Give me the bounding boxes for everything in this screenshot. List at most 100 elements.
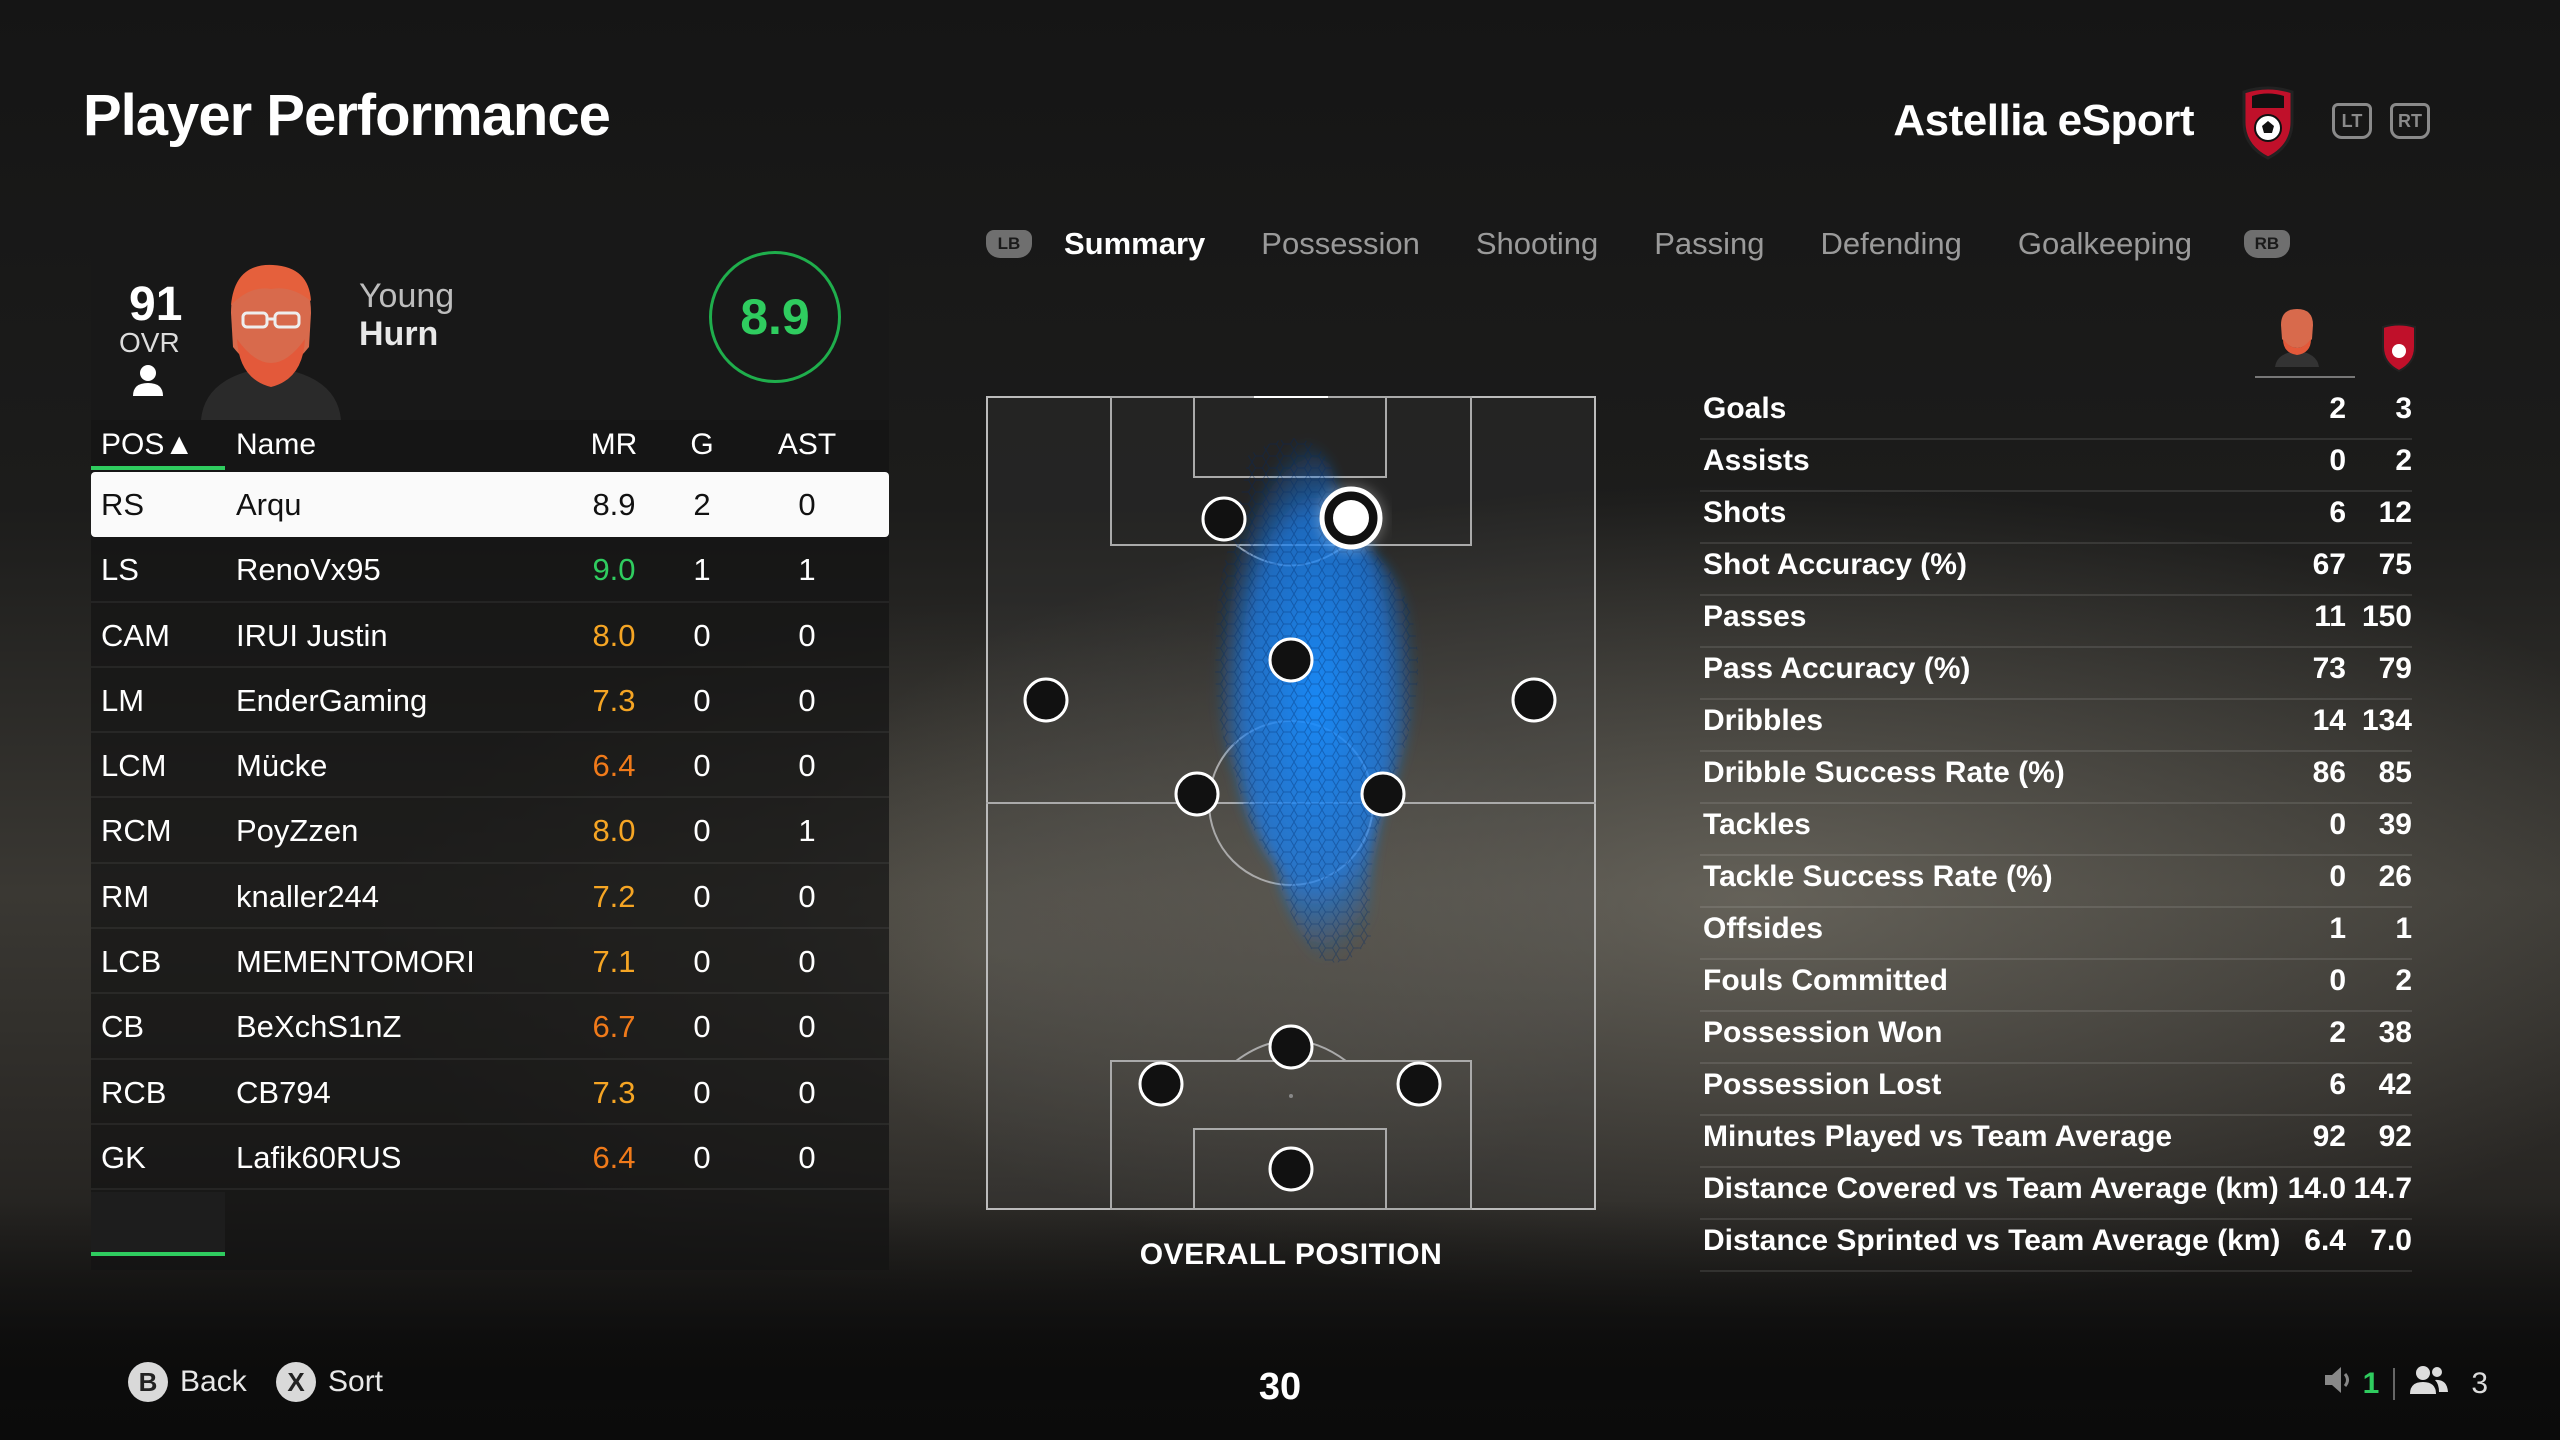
stat-row: Shot Accuracy (%) 67 75 [1700,544,2412,596]
group-icon [2409,1364,2449,1404]
pitch-player-marker [1138,1061,1184,1107]
table-row[interactable]: LCB MEMENTOMORI 7.1 0 0 [91,929,889,995]
column-header-g[interactable]: G [657,428,747,462]
row-player-name: Arqu [236,487,302,522]
table-row[interactable]: RCB CB794 7.3 0 0 [91,1060,889,1125]
stat-row: Assists 0 2 [1700,440,2412,492]
stat-team-value: 7.0 [2370,1224,2412,1257]
tab-goalkeeping[interactable]: Goalkeeping [2018,226,2192,262]
column-header-name[interactable]: Name [236,428,316,462]
row-match-rating: 8.0 [592,813,636,849]
tab-summary[interactable]: Summary [1064,226,1205,262]
sort-button[interactable]: X Sort [276,1362,383,1402]
stat-team-value: 3 [2395,392,2412,425]
team-header: Astellia eSport LT RT [1893,82,2430,160]
stat-player-value: 0 [2329,444,2346,477]
row-match-rating: 7.1 [592,944,636,980]
stat-team-value: 26 [2378,860,2412,893]
row-position: LCB [101,944,162,980]
row-position: RCB [101,1074,167,1110]
column-header-pos[interactable]: POS▲ [101,428,194,462]
rt-button[interactable]: RT [2390,103,2430,139]
stat-label: Shots [1703,496,1787,529]
ready-count: 1 [2362,1367,2380,1400]
column-header-mr[interactable]: MR [569,428,659,462]
table-row[interactable]: CAM IRUI Justin 8.0 0 0 [91,603,889,668]
stat-player-value: 0 [2329,860,2346,893]
row-goals: 0 [693,1074,711,1110]
table-row[interactable]: GK Lafik60RUS 6.4 0 0 [91,1125,889,1191]
row-match-rating: 8.9 [592,487,636,522]
row-assists: 0 [798,748,816,784]
stat-row: Distance Covered vs Team Average (km) 14.… [1700,1168,2412,1220]
player-match-rating: 8.9 [709,251,841,383]
row-match-rating: 7.2 [592,878,636,914]
back-button[interactable]: B Back [128,1362,247,1402]
player-table-header: POS▲ Name MR G AST [91,422,889,472]
stat-player-value: 2 [2329,1016,2346,1049]
row-player-name: RenoVx95 [236,552,381,588]
stat-player-value: 11 [2314,600,2346,633]
lt-button[interactable]: LT [2332,103,2372,139]
stat-team-value: 150 [2361,600,2412,633]
stat-row: Pass Accuracy (%) 73 79 [1700,648,2412,700]
row-player-name: IRUI Justin [236,617,388,653]
stat-label: Distance Covered vs Team Average (km) [1703,1172,2279,1205]
stat-player-value: 86 [2312,756,2346,789]
row-assists: 0 [798,617,816,653]
table-row[interactable]: CB BeXchS1nZ 6.7 0 0 [91,994,889,1060]
row-position: RM [101,878,150,914]
row-assists: 1 [798,813,816,849]
tab-shooting[interactable]: Shooting [1476,226,1598,262]
stat-team-value: 38 [2378,1016,2412,1049]
row-match-rating: 6.4 [592,1139,636,1175]
rb-button[interactable]: RB [2243,230,2290,258]
row-goals: 0 [693,1139,711,1175]
table-row[interactable]: RS Arqu 8.9 2 0 [91,472,889,538]
row-goals: 0 [693,878,711,914]
pitch-player-marker [1396,1061,1442,1107]
column-header-ast[interactable]: AST [762,428,852,462]
tab-passing[interactable]: Passing [1654,226,1764,262]
table-row[interactable]: LCM Mücke 6.4 0 0 [91,733,889,799]
pitch-player-marker [1201,496,1247,542]
player-first-name: Young [359,277,455,315]
row-goals: 0 [693,682,711,718]
stat-player-value: 67 [2312,548,2346,581]
stat-team-value: 85 [2378,756,2412,789]
stat-player-value: 14 [2312,704,2346,737]
stat-team-value: 2 [2395,964,2412,997]
row-assists: 0 [798,1074,816,1110]
stat-label: Goals [1703,392,1787,425]
stat-team-value: 14.7 [2353,1172,2412,1205]
stat-row: Distance Sprinted vs Team Average (km) 6.… [1700,1220,2412,1272]
table-row[interactable]: LS RenoVx95 9.0 1 1 [91,537,889,603]
back-label: Back [180,1365,247,1398]
stat-row: Offsides 1 1 [1700,908,2412,960]
row-assists: 0 [798,944,816,980]
stat-player-value: 73 [2312,652,2346,685]
stat-team-value: 134 [2361,704,2412,737]
row-goals: 1 [693,552,711,588]
countdown-timer: 30 [1258,1366,1302,1408]
stat-row: Shots 6 12 [1700,492,2412,544]
row-assists: 0 [798,878,816,914]
person-icon [131,363,165,402]
row-position: GK [101,1139,146,1175]
player-ovr-label: OVR [119,327,180,358]
stat-row: Possession Lost 6 42 [1700,1064,2412,1116]
tab-possession[interactable]: Possession [1261,226,1420,262]
b-button-icon: B [128,1362,168,1402]
table-row[interactable]: RM knaller244 7.2 0 0 [91,864,889,930]
tab-defending[interactable]: Defending [1821,226,1962,262]
stat-row: Tackle Success Rate (%) 0 26 [1700,856,2412,908]
lb-button[interactable]: LB [986,230,1032,258]
stat-row: Minutes Played vs Team Average 92 92 [1700,1116,2412,1168]
pitch-player-marker [1268,637,1314,683]
players-count: 3 [2471,1367,2488,1400]
team-name: Astellia eSport [1893,96,2194,145]
stat-row: Goals 2 3 [1700,388,2412,440]
table-row[interactable]: LM EnderGaming 7.3 0 0 [91,668,889,734]
table-row[interactable]: RCM PoyZzen 8.0 0 1 [91,798,889,864]
stat-row: Possession Won 2 38 [1700,1012,2412,1064]
